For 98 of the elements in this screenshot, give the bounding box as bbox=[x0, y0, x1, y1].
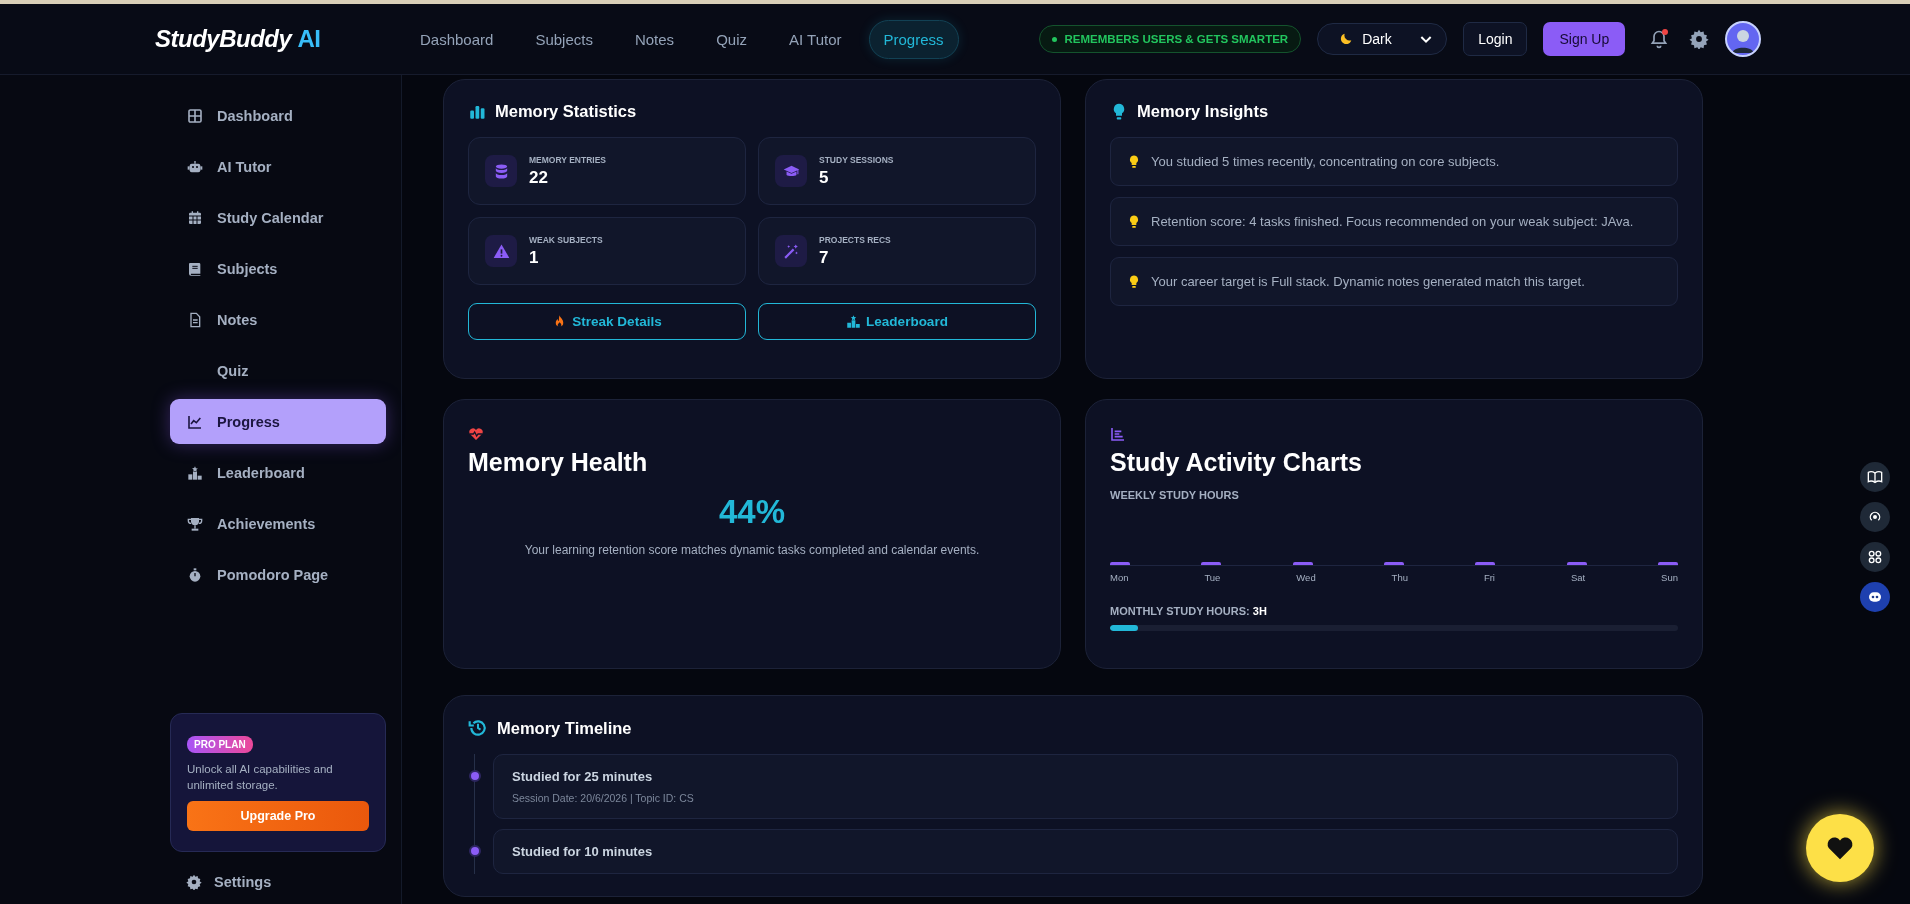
sidebar-item[interactable]: Achievements bbox=[170, 501, 386, 546]
login-button[interactable]: Login bbox=[1463, 22, 1528, 56]
app-logo[interactable]: StudyBuddy AI bbox=[155, 25, 405, 53]
notification-bell-icon[interactable] bbox=[1649, 29, 1670, 49]
floating-tool-button[interactable] bbox=[1860, 582, 1890, 612]
settings-icon[interactable] bbox=[1689, 29, 1710, 49]
entry-title: Studied for 25 minutes bbox=[512, 769, 654, 784]
card-title: Study Activity Charts bbox=[1110, 448, 1363, 477]
stat-label: PROJECTS RECS bbox=[819, 234, 891, 245]
magic-wand-icon bbox=[782, 242, 800, 260]
book-icon bbox=[187, 260, 203, 277]
floating-tool-button[interactable] bbox=[1860, 462, 1890, 492]
upgrade-description: Unlock all AI capabilities and unlimited storage. bbox=[187, 762, 334, 793]
sidebar-item[interactable]: Leaderboard bbox=[170, 450, 386, 495]
status-dot-icon bbox=[1051, 36, 1057, 42]
stat-value: 22 bbox=[529, 167, 549, 188]
stat-label: WEAK SUBJECTS bbox=[529, 234, 603, 245]
avatar-icon[interactable] bbox=[1725, 21, 1762, 57]
floating-tool-button[interactable] bbox=[1860, 502, 1890, 532]
day-label: Thu bbox=[1391, 572, 1408, 583]
chart-label: WEEKLY STUDY HOURS bbox=[1110, 489, 1240, 501]
nav-link[interactable]: Dashboard bbox=[405, 19, 509, 59]
stat-value: 1 bbox=[529, 247, 540, 268]
book-icon bbox=[1867, 469, 1883, 485]
bar bbox=[1657, 562, 1678, 565]
card-title: Memory Health bbox=[468, 448, 649, 477]
nav-link[interactable]: AI Tutor bbox=[773, 19, 857, 59]
settings-link[interactable]: Settings bbox=[170, 874, 401, 890]
chart-icon bbox=[1110, 426, 1126, 442]
bar bbox=[1566, 562, 1587, 565]
score-value: 44% bbox=[717, 493, 787, 531]
sidebar-item[interactable]: Study Calendar bbox=[170, 195, 386, 240]
podium-icon bbox=[846, 314, 862, 329]
day-label: Mon bbox=[1110, 572, 1129, 583]
grid-icon bbox=[187, 107, 203, 124]
plan-badge: PRO PLAN bbox=[187, 736, 253, 753]
trophy-icon bbox=[187, 515, 203, 532]
stat-label: MEMORY ENTRIES bbox=[529, 154, 606, 165]
streak-button[interactable]: Streak Details bbox=[468, 303, 746, 340]
podium-icon bbox=[187, 464, 203, 481]
insight-text: Retention score: 4 tasks finished. Focus recommended on your weak subject: JAva. bbox=[1151, 214, 1634, 229]
bot-face-icon bbox=[1867, 589, 1883, 605]
stopwatch-icon bbox=[187, 566, 203, 583]
timeline-dot-icon bbox=[469, 770, 481, 782]
lightbulb-icon bbox=[1127, 274, 1141, 289]
sidebar-item[interactable]: Subjects bbox=[170, 246, 386, 291]
floating-tool-button[interactable] bbox=[1860, 542, 1890, 572]
entry-details: Session Date: 20/6/2026 | Topic ID: CS bbox=[512, 792, 695, 804]
document-icon bbox=[187, 311, 203, 328]
bar bbox=[1110, 562, 1130, 565]
sidebar-item[interactable]: Dashboard bbox=[170, 93, 386, 138]
stat-value: 5 bbox=[819, 167, 830, 188]
monthly-value: 3H bbox=[1252, 605, 1267, 617]
favorite-button[interactable] bbox=[1806, 814, 1874, 882]
bar bbox=[1201, 562, 1222, 565]
nav-link[interactable]: Progress bbox=[868, 19, 959, 59]
bar bbox=[1475, 562, 1496, 565]
score-description: Your learning retention score matches dynamic tasks completed and calendar events. bbox=[523, 543, 981, 557]
entry-title: Studied for 10 minutes bbox=[512, 844, 654, 859]
heartbeat-icon bbox=[468, 426, 484, 442]
day-label: Sun bbox=[1661, 572, 1678, 583]
sign-up-button[interactable]: Sign Up bbox=[1543, 22, 1626, 56]
card-title: Memory Insights bbox=[1137, 102, 1269, 121]
grid-icon bbox=[1867, 549, 1883, 565]
nav-link[interactable]: Subjects bbox=[520, 19, 608, 59]
bar bbox=[1384, 562, 1404, 565]
monthly-label: MONTHLY STUDY HOURS: bbox=[1110, 605, 1250, 617]
sidebar-item[interactable]: AI Tutor bbox=[170, 144, 386, 189]
nav-link[interactable]: Notes bbox=[619, 19, 690, 59]
line-chart-icon bbox=[187, 413, 203, 430]
sidebar-item[interactable]: Progress bbox=[170, 399, 386, 444]
day-label: Fri bbox=[1483, 572, 1495, 583]
day-label: Wed bbox=[1296, 572, 1316, 583]
sidebar-item[interactable]: Notes bbox=[170, 297, 386, 342]
day-label: Tue bbox=[1204, 572, 1221, 583]
day-label: Sat bbox=[1570, 572, 1586, 583]
card-title: Memory Timeline bbox=[497, 718, 632, 738]
stat-label: STUDY SESSIONS bbox=[819, 154, 894, 165]
settings-icon bbox=[186, 874, 202, 890]
bar bbox=[1292, 562, 1313, 565]
status-text: REMEMBERS USERS & GETS SMARTER bbox=[1064, 33, 1289, 45]
nav-link[interactable]: Quiz bbox=[701, 19, 762, 59]
sidebar-item[interactable]: Quiz bbox=[170, 348, 386, 393]
insight-text: You studied 5 times recently, concentrating on core subjects. bbox=[1151, 154, 1500, 169]
robot-icon bbox=[187, 158, 203, 175]
stat-value: 7 bbox=[819, 247, 830, 268]
lightbulb-icon bbox=[1127, 214, 1141, 229]
history-icon bbox=[468, 718, 488, 738]
card-title: Memory Statistics bbox=[495, 102, 637, 121]
lightbulb-icon bbox=[1127, 154, 1141, 169]
theme-dropdown[interactable]: Dark bbox=[1317, 23, 1448, 55]
bell-icon bbox=[1649, 29, 1670, 49]
calendar-icon bbox=[187, 209, 203, 226]
sidebar-item[interactable]: Pomodoro Page bbox=[170, 552, 386, 597]
timeline-dot-icon bbox=[469, 845, 481, 857]
warning-icon bbox=[492, 242, 510, 260]
insight-text: Your career target is Full stack. Dynamic notes generated match this target. bbox=[1151, 274, 1585, 289]
leaderboard-button[interactable]: Leaderboard bbox=[758, 303, 1036, 340]
